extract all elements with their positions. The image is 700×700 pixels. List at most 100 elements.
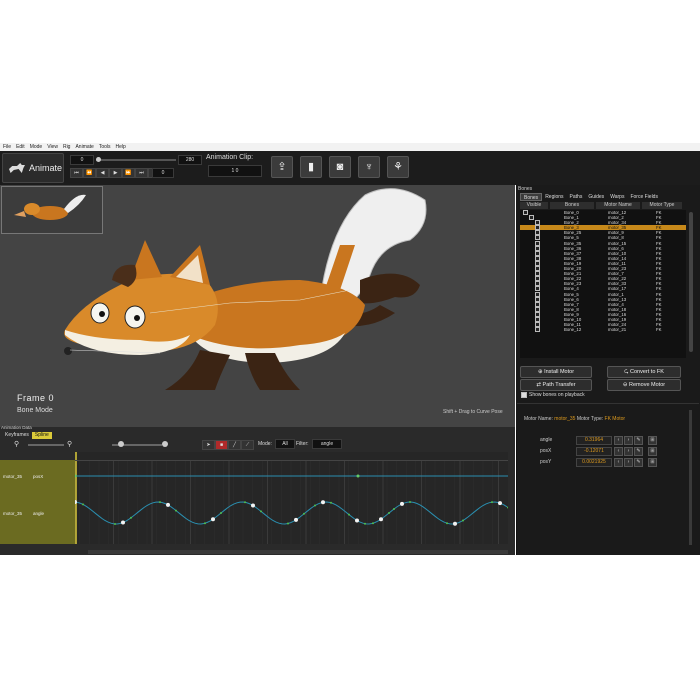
menu-animate[interactable]: Animate (75, 144, 93, 150)
tangent-handle[interactable] (260, 510, 262, 513)
play-button[interactable]: ▶ (109, 168, 122, 178)
property-value[interactable]: 0.31964 (576, 436, 612, 445)
bone-list[interactable]: Bone_0 motor_12 FK Bone_1 motor_2 FK Bone_2 mot… (520, 210, 686, 358)
end-frame-field[interactable]: 280 (178, 155, 202, 165)
bone-list-scrollbar[interactable] (689, 212, 693, 352)
angle-keyframe[interactable] (251, 503, 255, 508)
select-tool-button[interactable]: ➤ (202, 440, 215, 450)
menu-mode[interactable]: Mode (30, 144, 43, 150)
export-button[interactable]: ⇪ (271, 156, 293, 178)
properties-scrollbar[interactable] (689, 410, 692, 545)
tangent-handle[interactable] (388, 512, 390, 514)
skeleton-button[interactable]: ♆ (358, 156, 380, 178)
angle-keyframe[interactable] (121, 520, 125, 525)
posx-keyframe[interactable] (356, 474, 360, 478)
edit-key-icon[interactable]: ✎ (634, 436, 643, 445)
zoom-slider-v-handle[interactable] (118, 441, 124, 447)
start-frame-field[interactable]: 0 (70, 155, 94, 165)
angle-keyframe[interactable] (400, 501, 404, 506)
visible-checkbox[interactable] (535, 327, 540, 333)
last-frame-button[interactable]: ⏭ (135, 168, 148, 178)
frame-slider-handle[interactable] (96, 157, 101, 162)
zoom-reset-dot[interactable] (162, 441, 168, 447)
zoom-in-icon[interactable]: ⚲ (67, 440, 72, 448)
tab-spline[interactable]: Spline (31, 432, 52, 439)
tab-bones[interactable]: Bones (520, 193, 543, 201)
tangent-handle[interactable] (175, 509, 177, 512)
tangent-handle[interactable] (303, 512, 305, 515)
angle-keyframe[interactable] (211, 517, 215, 522)
tab-keyframes[interactable]: Keyframes (2, 432, 32, 439)
filter-select[interactable]: angle (312, 439, 342, 449)
track-list[interactable]: motor_35 posX motor_35 angle (0, 460, 75, 544)
key-options-icon[interactable]: ⊞ (648, 458, 657, 467)
track-prop[interactable]: posX (33, 474, 43, 479)
column-motor-type[interactable]: Motor Type (642, 202, 682, 209)
tab-paths[interactable]: Paths (567, 193, 586, 201)
run-button[interactable]: ⚘ (387, 156, 409, 178)
menu-tools[interactable]: Tools (99, 144, 111, 150)
next-key-icon[interactable]: › (624, 436, 633, 445)
tangent-handle[interactable] (130, 516, 132, 519)
column-motor-name[interactable]: Motor Name (596, 202, 640, 209)
tangent-handle[interactable] (372, 522, 374, 525)
angle-keyframe[interactable] (379, 517, 383, 522)
prev-key-icon[interactable]: ‹ (614, 436, 623, 445)
show-bones-option[interactable]: Show bones on playback (521, 392, 585, 398)
tangent-handle[interactable] (348, 513, 350, 516)
fox-character-image[interactable] (0, 185, 515, 427)
convert-fk-button[interactable]: ⮎ Convert to FK (607, 366, 681, 378)
menu-file[interactable]: File (3, 144, 11, 150)
play-back-button[interactable]: ◀ (96, 168, 109, 178)
tangent-handle[interactable] (114, 523, 116, 525)
zoom-slider-h[interactable] (28, 444, 64, 446)
remove-motor-button[interactable]: ⊖ Remove Motor (607, 379, 681, 391)
edit-key-icon[interactable]: ✎ (634, 447, 643, 456)
animate-mode-button[interactable]: Animate (2, 153, 64, 183)
tangent-handle[interactable] (220, 512, 222, 514)
tangent-handle[interactable] (244, 501, 246, 504)
tab-regions[interactable]: Regions (542, 193, 566, 201)
angle-keyframe[interactable] (355, 518, 359, 523)
tangent-handle[interactable] (393, 508, 395, 510)
tangent-handle[interactable] (409, 501, 411, 503)
prev-key-icon[interactable]: ‹ (614, 458, 623, 467)
frame-slider[interactable] (96, 157, 176, 162)
current-frame-field[interactable]: 0 (152, 168, 174, 178)
edit-key-icon[interactable]: ✎ (634, 458, 643, 467)
timeline-hscrollbar[interactable] (88, 550, 508, 554)
tab-guides[interactable]: Guides (585, 193, 607, 201)
tangent-handle[interactable] (446, 522, 448, 525)
prev-key-button[interactable]: ⏪ (83, 168, 96, 178)
tab-force-fields[interactable]: Force Fields (627, 193, 661, 201)
record-button[interactable]: ■ (215, 440, 228, 450)
angle-keyframe[interactable] (166, 502, 170, 507)
menu-rig[interactable]: Rig (63, 144, 71, 150)
next-key-button[interactable]: ⏩ (122, 168, 135, 178)
tangent-handle[interactable] (462, 519, 464, 522)
linear-tool-button[interactable]: ⟋ (241, 440, 254, 450)
curve-editor[interactable] (75, 452, 508, 544)
zoom-out-icon[interactable]: ⚲ (14, 440, 19, 448)
tangent-handle[interactable] (507, 506, 508, 509)
tab-warps[interactable]: Warps (607, 193, 627, 201)
tangent-handle[interactable] (287, 522, 289, 525)
tangent-handle[interactable] (314, 504, 316, 507)
tangent-handle[interactable] (364, 522, 366, 525)
path-transfer-button[interactable]: ⇄ Path Transfer (520, 379, 592, 391)
key-options-icon[interactable]: ⊞ (648, 447, 657, 456)
clip-select[interactable]: 1 0 (208, 165, 262, 177)
tangent-handle[interactable] (204, 522, 206, 525)
canvas-viewport[interactable]: Frame 0 Bone Mode Shift + Drag to Curve … (0, 185, 515, 427)
angle-keyframe[interactable] (453, 521, 457, 526)
angle-keyframe[interactable] (498, 501, 502, 506)
track-motor[interactable]: motor_35 (3, 474, 22, 479)
key-options-icon[interactable]: ⊞ (648, 436, 657, 445)
draw-curve-button[interactable]: ╱ (228, 440, 241, 450)
menu-help[interactable]: Help (116, 144, 126, 150)
splitter[interactable] (516, 430, 517, 555)
angle-keyframe[interactable] (294, 517, 298, 522)
camera-button[interactable]: ◙ (329, 156, 351, 178)
prev-key-icon[interactable]: ‹ (614, 447, 623, 456)
menu-view[interactable]: View (47, 144, 58, 150)
